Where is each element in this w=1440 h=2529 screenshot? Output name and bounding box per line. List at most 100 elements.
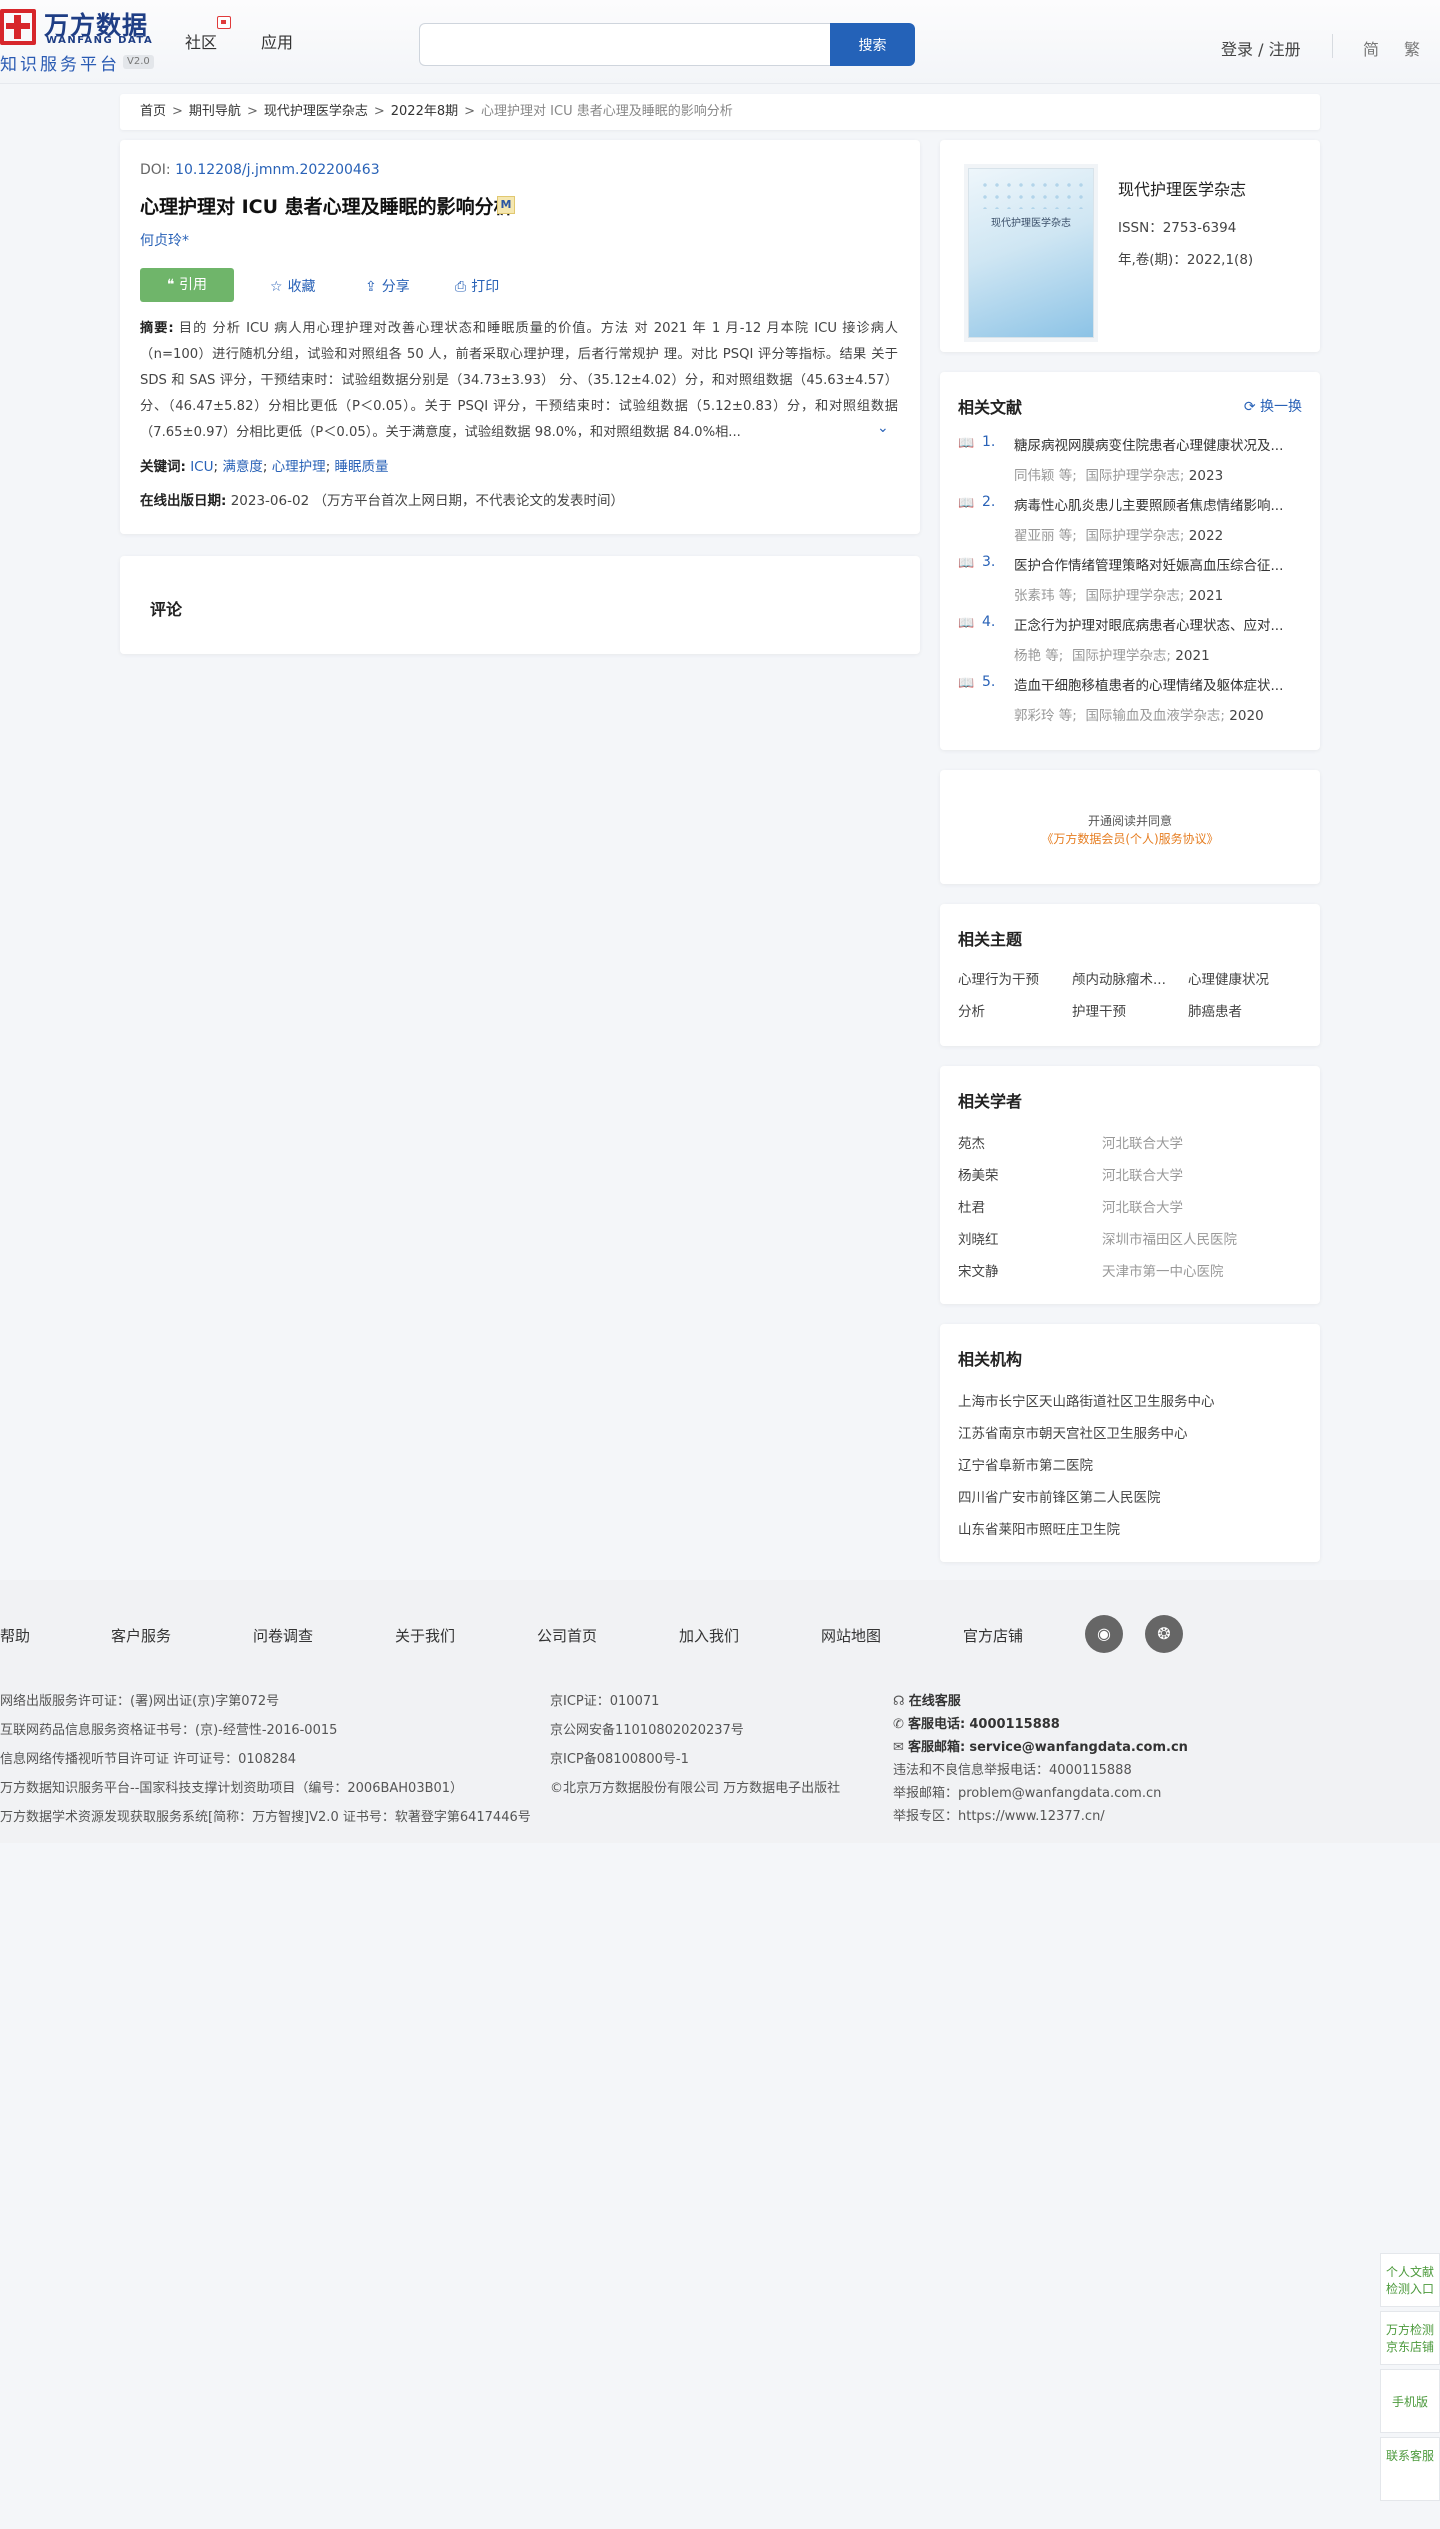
keywords-label: 关键词: <box>140 459 186 475</box>
breadcrumb-issue[interactable]: 2022年8期 <box>391 104 458 119</box>
doc-title[interactable]: 造血干细胞移植患者的心理情绪及躯体症状... <box>1014 674 1304 694</box>
lang-traditional[interactable]: 繁 <box>1404 36 1420 60</box>
float-contact-service[interactable]: 联系客服 <box>1380 2437 1440 2501</box>
member-agreement-link[interactable]: 《万方数据会员(个人)服务协议》 <box>940 830 1320 847</box>
breadcrumb-separator: > <box>246 104 258 119</box>
search-input[interactable] <box>419 23 831 66</box>
online-service-link[interactable]: ☊ 在线客服 <box>893 1690 961 1709</box>
journal-name[interactable]: 现代护理医学杂志 <box>1118 176 1246 200</box>
footer-link-survey[interactable]: 问卷调查 <box>253 1625 313 1646</box>
report-site-link[interactable]: 举报专区：https://www.12377.cn/ <box>893 1805 1105 1824</box>
service-email-label: 客服邮箱: <box>908 1740 966 1755</box>
quote-icon: ❝ <box>167 277 179 293</box>
doc-title[interactable]: 医护合作情绪管理策略对妊娠高血压综合征... <box>1014 554 1304 574</box>
doc-number: 5. <box>982 674 996 690</box>
doc-authors: 张素玮 等; <box>1014 588 1077 604</box>
online-service-label: 在线客服 <box>908 1694 961 1709</box>
print-button[interactable]: ⎙ 打印 <box>455 276 499 296</box>
wanfang-logo[interactable]: 万方数据 WANFANG DATA 知识服务平台 V2.0 <box>0 6 160 75</box>
doc-year: 2023 <box>1188 468 1224 484</box>
footer-license: 互联网药品信息服务资格证书号：(京)-经营性-2016-0015 <box>0 1723 338 1738</box>
footer-link-join[interactable]: 加入我们 <box>679 1625 739 1646</box>
breadcrumb-journal[interactable]: 现代护理医学杂志 <box>264 104 368 119</box>
float-plagiarism-check[interactable]: 个人文献检测入口 <box>1380 2253 1440 2307</box>
nav-community[interactable]: 社区 <box>185 29 217 53</box>
doc-title[interactable]: 病毒性心肌炎患儿主要照顾者焦虑情绪影响... <box>1014 494 1304 514</box>
mobile-badge-icon: M <box>497 196 515 214</box>
float-jd-store[interactable]: 万方检测京东店铺 <box>1380 2311 1440 2365</box>
login-register-link[interactable]: 登录 / 注册 <box>1221 36 1301 60</box>
cite-button[interactable]: ❝ 引用 <box>140 268 234 302</box>
scholar-name[interactable]: 苑杰 <box>958 1132 985 1152</box>
org-link[interactable]: 辽宁省阜新市第二医院 <box>958 1454 1093 1474</box>
topic-link[interactable]: 心理行为干预 <box>958 968 1039 988</box>
topic-link[interactable]: 颅内动脉瘤术... <box>1072 968 1166 988</box>
org-link[interactable]: 四川省广安市前锋区第二人民医院 <box>958 1486 1161 1506</box>
footer-link-sitemap[interactable]: 网站地图 <box>821 1625 881 1646</box>
service-phone: ✆ 客服电话: 4000115888 <box>893 1713 1060 1732</box>
topic-link[interactable]: 分析 <box>958 1000 985 1020</box>
breadcrumb-journal-nav[interactable]: 期刊导航 <box>189 104 241 119</box>
scholar-org: 天津市第一中心医院 <box>1102 1264 1224 1280</box>
topic-link[interactable]: 心理健康状况 <box>1188 968 1269 988</box>
book-icon: 📖 <box>958 496 975 511</box>
book-icon: 📖 <box>958 436 975 451</box>
keyword-link[interactable]: 睡眠质量 <box>335 459 389 475</box>
topic-link[interactable]: 肺癌患者 <box>1188 1000 1242 1020</box>
footer-license: 万方数据知识服务平台--国家科技支撑计划资助项目（编号：2006BAH03B01… <box>0 1781 464 1796</box>
scholar-name[interactable]: 杜君 <box>958 1196 985 1216</box>
collect-button[interactable]: ☆ 收藏 <box>270 276 316 296</box>
topic-link[interactable]: 护理干预 <box>1072 1000 1126 1020</box>
service-phone-label: 客服电话: <box>908 1717 966 1732</box>
doi-label: DOI: <box>140 162 171 178</box>
service-email: ✉ 客服邮箱: service@wanfangdata.com.cn <box>893 1736 1188 1755</box>
refresh-button[interactable]: ⟳ 换一换 <box>1244 396 1302 416</box>
abstract-text: 目的 分析 ICU 病人用心理护理对改善心理状态和睡眠质量的价值。方法 对 20… <box>140 321 898 440</box>
print-label: 打印 <box>471 279 500 295</box>
refresh-label: 换一换 <box>1260 399 1302 415</box>
scholar-name[interactable]: 宋文静 <box>958 1260 999 1280</box>
keyword-link[interactable]: ICU <box>190 459 213 475</box>
keyword-link[interactable]: 满意度 <box>222 459 263 475</box>
org-link[interactable]: 上海市长宁区天山路街道社区卫生服务中心 <box>958 1390 1215 1410</box>
doc-title[interactable]: 糖尿病视网膜病变住院患者心理健康状况及... <box>1014 434 1304 454</box>
expand-abstract-icon[interactable]: ⌄ <box>877 420 889 436</box>
footer-link-about[interactable]: 关于我们 <box>395 1625 455 1646</box>
share-button[interactable]: ⇪ 分享 <box>365 276 410 296</box>
author-link[interactable]: 何贞玲* <box>140 230 189 250</box>
nav-apps[interactable]: 应用 <box>261 29 293 53</box>
doi-link[interactable]: 10.12208/j.jmnm.202200463 <box>175 162 380 178</box>
comment-card: 评论 <box>120 556 920 654</box>
scholar-name[interactable]: 杨美荣 <box>958 1164 999 1184</box>
footer-license: 万方数据学术资源发现获取服务系统[简称：万方智搜]V2.0 证书号：软著登字第6… <box>0 1810 531 1825</box>
report-phone: 违法和不良信息举报电话：4000115888 <box>893 1763 1132 1778</box>
scholar-name[interactable]: 刘晓红 <box>958 1228 999 1248</box>
doc-title[interactable]: 正念行为护理对眼底病患者心理状态、应对... <box>1014 614 1304 634</box>
footer-link-store[interactable]: 官方店铺 <box>963 1625 1023 1646</box>
book-icon: 📖 <box>958 676 975 691</box>
pubdate-value: 2023-06-02 <box>230 493 310 509</box>
top-header: 万方数据 WANFANG DATA 知识服务平台 V2.0 社区 应用 搜索 登… <box>0 0 1440 84</box>
refresh-icon: ⟳ <box>1243 399 1256 415</box>
breadcrumb: 首页 > 期刊导航 > 现代护理医学杂志 >2022年8期 > 心理护理对 ICU 患者心理及… <box>120 94 1320 130</box>
doc-number: 2. <box>982 494 996 510</box>
cover-title: 现代护理医学杂志 <box>991 218 1071 229</box>
footer-link-service[interactable]: 客户服务 <box>111 1625 171 1646</box>
search-button[interactable]: 搜索 <box>830 23 915 66</box>
book-icon: 📖 <box>958 556 975 571</box>
org-link[interactable]: 江苏省南京市朝天宫社区卫生服务中心 <box>958 1422 1188 1442</box>
keyword-link[interactable]: 心理护理 <box>272 459 326 475</box>
lang-simplified[interactable]: 简 <box>1363 36 1379 60</box>
footer-link-company[interactable]: 公司首页 <box>537 1625 597 1646</box>
footer-link-help[interactable]: 帮助 <box>0 1625 30 1646</box>
online-pubdate: 在线出版日期: 2023-06-02 （万方平台首次上网日期，不代表论文的发表时… <box>140 489 624 509</box>
weibo-icon[interactable]: ◉ <box>1085 1615 1123 1653</box>
breadcrumb-home[interactable]: 首页 <box>140 104 166 119</box>
star-icon: ☆ <box>270 279 283 295</box>
headset-icon: ☊ <box>893 1694 909 1709</box>
comment-title: 评论 <box>150 600 183 619</box>
org-link[interactable]: 山东省莱阳市照旺庄卫生院 <box>958 1518 1120 1538</box>
wechat-icon[interactable]: ❂ <box>1145 1615 1183 1653</box>
float-mobile-version[interactable]: 手机版 <box>1380 2369 1440 2433</box>
journal-cover[interactable]: 现代护理医学杂志 <box>968 168 1094 338</box>
